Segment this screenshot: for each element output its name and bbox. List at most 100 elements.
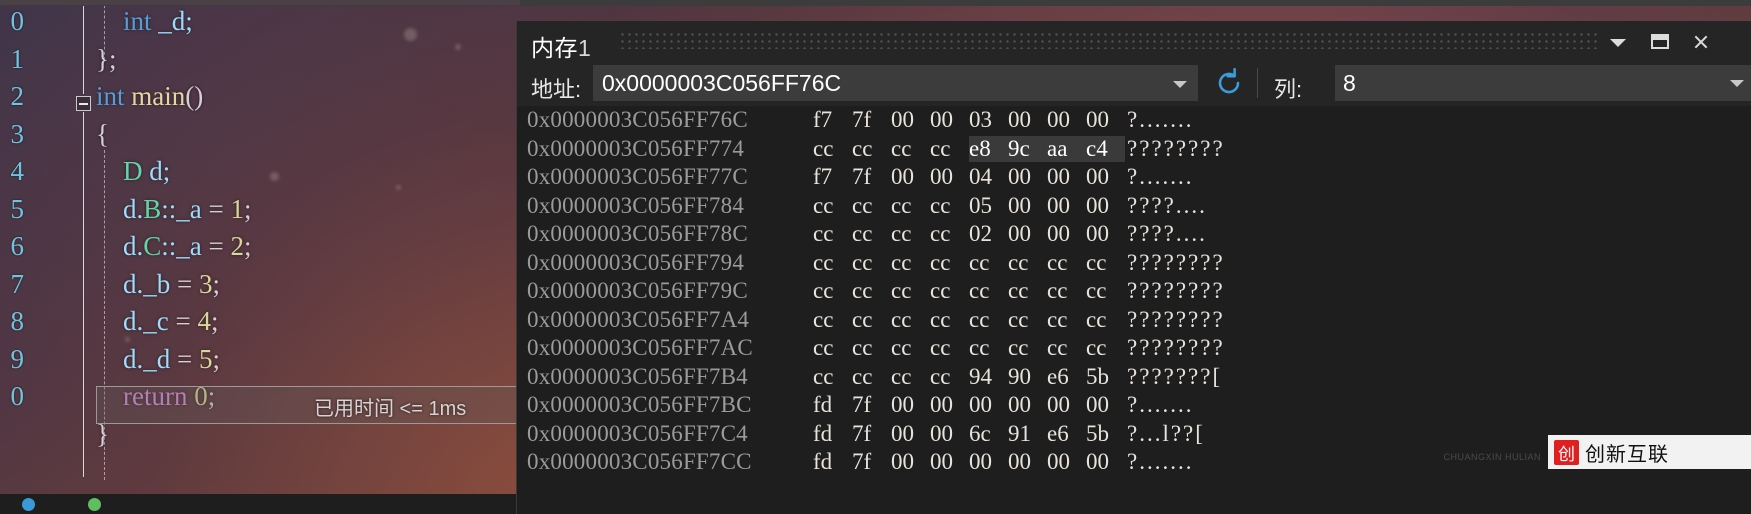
memory-byte[interactable]: cc — [1047, 335, 1086, 361]
memory-byte[interactable]: 00 — [930, 449, 969, 475]
memory-byte[interactable]: 00 — [1086, 107, 1125, 133]
memory-byte[interactable]: 00 — [1008, 449, 1047, 475]
memory-byte[interactable]: 90 — [1008, 364, 1047, 390]
memory-byte[interactable]: 6c — [969, 421, 1008, 447]
memory-row-bytes[interactable]: cc cc cc cc 94 90 e6 5b — [813, 364, 1125, 390]
memory-byte[interactable]: 00 — [1008, 221, 1047, 247]
memory-row[interactable]: 0x0000003C056FF77C f7 7f 00 00 04 00 00 00?.....… — [517, 163, 1751, 192]
memory-byte[interactable]: cc — [891, 250, 930, 276]
memory-byte[interactable]: cc — [930, 136, 969, 162]
memory-byte[interactable]: cc — [969, 335, 1008, 361]
memory-byte[interactable]: cc — [852, 278, 891, 304]
memory-byte[interactable]: 91 — [1008, 421, 1047, 447]
memory-byte[interactable]: cc — [1086, 278, 1125, 304]
memory-byte[interactable]: 00 — [1008, 107, 1047, 133]
memory-byte[interactable]: fd — [813, 421, 852, 447]
memory-byte[interactable]: 9c — [1008, 135, 1047, 162]
memory-row-bytes[interactable]: cc cc cc cc cc cc cc cc — [813, 250, 1125, 276]
memory-row-bytes[interactable]: fd 7f 00 00 6c 91 e6 5b — [813, 421, 1125, 447]
memory-byte[interactable]: 00 — [891, 107, 930, 133]
memory-byte[interactable]: 00 — [891, 449, 930, 475]
memory-byte[interactable]: cc — [852, 221, 891, 247]
memory-byte[interactable]: cc — [813, 221, 852, 247]
memory-byte[interactable]: 00 — [1047, 164, 1086, 190]
memory-byte[interactable]: cc — [852, 335, 891, 361]
memory-byte[interactable]: 00 — [969, 392, 1008, 418]
memory-byte[interactable]: cc — [891, 335, 930, 361]
close-icon[interactable] — [1685, 27, 1715, 57]
memory-byte[interactable]: fd — [813, 449, 852, 475]
memory-byte[interactable]: cc — [813, 278, 852, 304]
memory-byte[interactable]: cc — [1008, 335, 1047, 361]
memory-byte[interactable]: cc — [891, 221, 930, 247]
code-line[interactable]: }; — [96, 41, 526, 79]
memory-row[interactable]: 0x0000003C056FF78C cc cc cc cc 02 00 00 00????..… — [517, 220, 1751, 249]
memory-row[interactable]: 0x0000003C056FF7A4 cc cc cc cc cc cc cc cc??????… — [517, 306, 1751, 335]
memory-byte[interactable]: 05 — [969, 193, 1008, 219]
memory-toolbar[interactable]: 地址: 0x0000003C056FF76C 列: 8 — [517, 64, 1751, 106]
memory-row-bytes[interactable]: cc cc cc cc 05 00 00 00 — [813, 193, 1125, 219]
memory-byte[interactable]: cc — [852, 136, 891, 162]
memory-byte[interactable]: 03 — [969, 107, 1008, 133]
memory-byte[interactable]: 00 — [1047, 107, 1086, 133]
dock-window-icon[interactable] — [1645, 27, 1675, 57]
address-input[interactable]: 0x0000003C056FF76C — [594, 70, 1163, 97]
memory-byte[interactable]: cc — [969, 250, 1008, 276]
memory-row[interactable]: 0x0000003C056FF7AC cc cc cc cc cc cc cc cc??????… — [517, 334, 1751, 363]
memory-byte[interactable]: e6 — [1047, 364, 1086, 390]
memory-byte[interactable]: cc — [891, 193, 930, 219]
memory-byte[interactable]: cc — [852, 307, 891, 333]
code-line[interactable]: d._b = 3; — [96, 266, 526, 304]
chevron-down-icon[interactable] — [1163, 66, 1197, 100]
code-line[interactable]: int _d; — [96, 3, 526, 41]
refresh-icon[interactable] — [1211, 66, 1247, 100]
memory-byte[interactable]: cc — [1008, 307, 1047, 333]
memory-byte[interactable]: cc — [1008, 250, 1047, 276]
memory-row[interactable]: 0x0000003C056FF76C f7 7f 00 00 03 00 00 00?.....… — [517, 106, 1751, 135]
memory-row[interactable]: 0x0000003C056FF7B4 cc cc cc cc 94 90 e6 5b??????… — [517, 363, 1751, 392]
memory-byte[interactable]: aa — [1047, 135, 1086, 162]
titlebar-drag-grip[interactable] — [621, 33, 1599, 49]
memory-byte[interactable]: f7 — [813, 107, 852, 133]
memory-byte[interactable]: 00 — [1086, 392, 1125, 418]
memory-byte[interactable]: 00 — [1008, 392, 1047, 418]
memory-row-bytes[interactable]: cc cc cc cc 02 00 00 00 — [813, 221, 1125, 247]
memory-byte[interactable]: 00 — [930, 392, 969, 418]
memory-byte[interactable]: cc — [1086, 335, 1125, 361]
memory-byte[interactable]: 00 — [1047, 193, 1086, 219]
memory-byte[interactable]: cc — [852, 250, 891, 276]
code-line[interactable]: D d; — [96, 153, 526, 191]
memory-byte[interactable]: cc — [930, 193, 969, 219]
memory-byte[interactable]: 00 — [1008, 164, 1047, 190]
memory-byte[interactable]: cc — [1047, 278, 1086, 304]
memory-byte[interactable]: 00 — [930, 107, 969, 133]
memory-byte[interactable]: cc — [813, 250, 852, 276]
columns-combobox[interactable]: 8 — [1335, 65, 1751, 101]
memory-byte[interactable]: cc — [852, 193, 891, 219]
memory-byte[interactable]: 00 — [1086, 164, 1125, 190]
code-line[interactable]: d._d = 5; — [96, 341, 526, 379]
memory-byte[interactable]: 00 — [1047, 221, 1086, 247]
memory-byte[interactable]: cc — [852, 364, 891, 390]
memory-row-bytes[interactable]: f7 7f 00 00 04 00 00 00 — [813, 164, 1125, 190]
memory-byte[interactable]: 5b — [1086, 421, 1125, 447]
memory-byte[interactable]: 00 — [930, 164, 969, 190]
memory-byte[interactable]: cc — [1047, 307, 1086, 333]
memory-byte[interactable]: 00 — [1047, 449, 1086, 475]
memory-byte[interactable]: cc — [813, 307, 852, 333]
memory-row-bytes[interactable]: f7 7f 00 00 03 00 00 00 — [813, 107, 1125, 133]
memory-byte[interactable]: 7f — [852, 449, 891, 475]
memory-window-titlebar[interactable]: 内存1 — [517, 21, 1751, 64]
memory-byte[interactable]: 00 — [969, 449, 1008, 475]
memory-byte[interactable]: 00 — [891, 164, 930, 190]
memory-byte[interactable]: cc — [1086, 250, 1125, 276]
memory-byte[interactable]: cc — [813, 136, 852, 162]
memory-row[interactable]: 0x0000003C056FF79C cc cc cc cc cc cc cc cc??????… — [517, 277, 1751, 306]
memory-byte[interactable]: 02 — [969, 221, 1008, 247]
memory-byte[interactable]: fd — [813, 392, 852, 418]
chevron-down-icon[interactable] — [1726, 65, 1748, 101]
memory-byte[interactable]: cc — [813, 193, 852, 219]
memory-byte[interactable]: cc — [969, 307, 1008, 333]
memory-row-bytes[interactable]: cc cc cc cc cc cc cc cc — [813, 307, 1125, 333]
memory-byte[interactable]: f7 — [813, 164, 852, 190]
